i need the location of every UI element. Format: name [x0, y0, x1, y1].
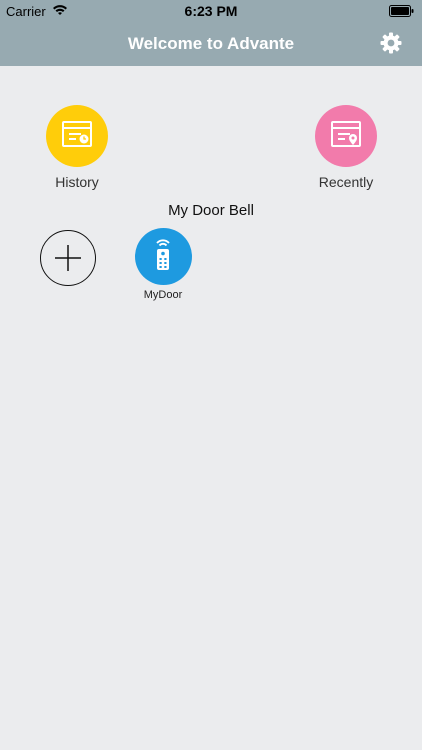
section-title: My Door Bell — [168, 202, 254, 219]
recently-circle — [315, 105, 377, 167]
status-bar: Carrier 6:23 PM — [0, 0, 422, 22]
device-label: MyDoor — [143, 289, 183, 301]
history-label: History — [55, 174, 99, 190]
nav-bar: Welcome to Advante — [0, 22, 422, 66]
device-circle — [134, 228, 192, 285]
remote-control-icon — [151, 236, 175, 277]
calendar-clock-icon — [61, 120, 93, 153]
add-device-button[interactable] — [40, 230, 96, 286]
history-shortcut[interactable]: History — [40, 105, 114, 190]
battery-icon — [389, 5, 414, 17]
device-mydoor[interactable]: MyDoor — [134, 228, 192, 301]
page-title: Welcome to Advante — [127, 34, 295, 53]
clock-time: 6:23 PM — [184, 3, 238, 19]
history-circle — [46, 105, 108, 167]
gear-icon[interactable] — [379, 31, 403, 55]
recently-label: Recently — [318, 174, 374, 190]
recently-shortcut[interactable]: Recently — [309, 105, 383, 190]
calendar-pin-icon — [330, 120, 362, 153]
